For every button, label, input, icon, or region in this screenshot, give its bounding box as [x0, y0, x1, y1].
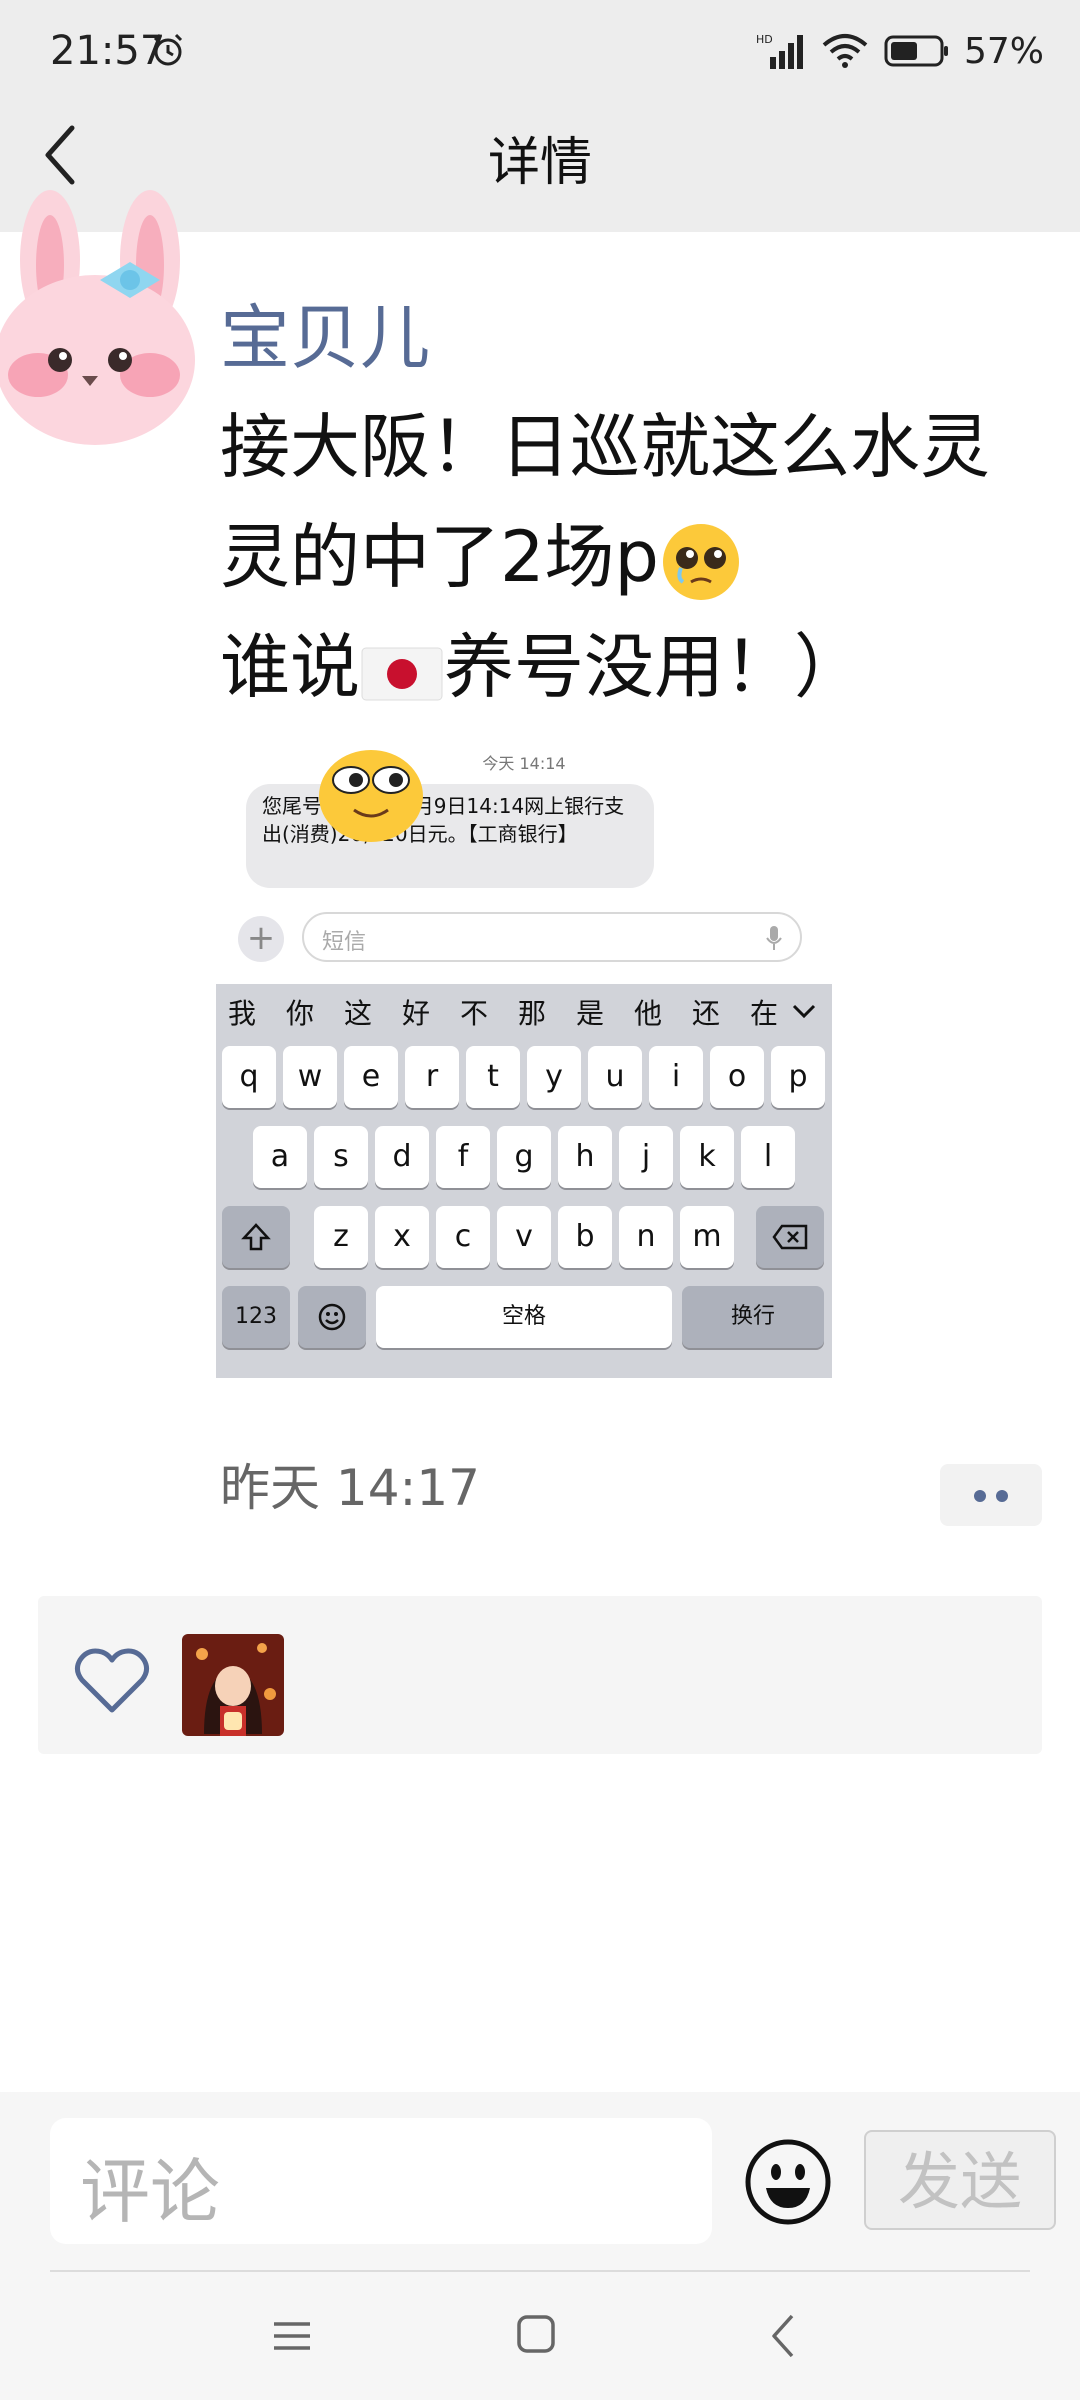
key: r	[405, 1046, 459, 1108]
liker-avatar[interactable]	[182, 1634, 284, 1736]
return-key: 换行	[682, 1286, 824, 1348]
candidate: 不	[460, 997, 489, 1030]
key: b	[558, 1206, 612, 1268]
more-dot	[974, 1490, 986, 1502]
key: h	[558, 1126, 612, 1188]
battery-percent: 57%	[963, 30, 1044, 72]
status-indicators: HD 57%	[756, 26, 1044, 76]
candidate: 他	[634, 997, 663, 1030]
japan-flag-icon	[361, 647, 443, 701]
key: v	[497, 1206, 551, 1268]
space-key: 空格	[376, 1286, 672, 1348]
keyboard-candidates: 我 你 这 好 不 那 是 他 还 在	[216, 984, 832, 1040]
candidate: 是	[576, 997, 605, 1030]
candidate: 你	[286, 997, 315, 1030]
svg-text:HD: HD	[756, 33, 773, 46]
candidate: 我	[228, 997, 257, 1030]
battery-icon	[884, 35, 948, 67]
candidate: 这	[344, 997, 373, 1030]
key: z	[314, 1206, 368, 1268]
wifi-icon	[822, 34, 868, 68]
home-icon[interactable]	[516, 2314, 556, 2354]
key: p	[771, 1046, 825, 1108]
post-line-2: 灵的中了2场p	[220, 502, 1050, 612]
post-line-3-text: 谁说	[220, 626, 360, 708]
post-image[interactable]: 今天 14:14 您尾号 信用卡10月9日14:14网上银行支出(消费)26,3…	[216, 736, 832, 1378]
key: t	[466, 1046, 520, 1108]
candidate: 好	[402, 997, 431, 1030]
key: n	[619, 1206, 673, 1268]
key: m	[680, 1206, 734, 1268]
divider	[50, 2270, 1030, 2272]
heart-icon	[74, 1648, 150, 1713]
comment-input[interactable]: 评论	[50, 2118, 712, 2244]
shift-icon	[241, 1223, 271, 1251]
more-options-button[interactable]	[940, 1464, 1042, 1526]
author-avatar[interactable]	[0, 180, 200, 450]
post-line-3-end: 养号没用！）	[444, 626, 864, 708]
key: d	[375, 1126, 429, 1188]
shift-key	[222, 1206, 290, 1268]
post-line-1: 接大阪！日巡就这么水灵	[220, 406, 990, 488]
key: a	[253, 1126, 307, 1188]
key: l	[741, 1126, 795, 1188]
key: u	[588, 1046, 642, 1108]
delete-key	[756, 1206, 824, 1268]
backspace-icon	[772, 1224, 808, 1250]
key: i	[649, 1046, 703, 1108]
key: f	[436, 1126, 490, 1188]
pleading-face-emoji-icon	[662, 523, 739, 600]
key: s	[314, 1126, 368, 1188]
sms-time: 今天 14:14	[482, 754, 566, 773]
sticker-face-icon	[319, 750, 423, 842]
alarm-icon	[153, 33, 183, 66]
send-button[interactable]: 发送	[864, 2130, 1056, 2230]
candidate: 那	[518, 997, 547, 1030]
key: o	[710, 1046, 764, 1108]
candidate: 在	[750, 997, 779, 1030]
candidate: 还	[692, 997, 721, 1030]
sms-plus-button: +	[238, 916, 284, 962]
status-time: 21:57	[50, 28, 166, 74]
key: k	[680, 1126, 734, 1188]
key: y	[527, 1046, 581, 1108]
key: w	[283, 1046, 337, 1108]
post-line-2-text: 灵的中了2场p	[220, 516, 659, 598]
emoji-key	[298, 1286, 366, 1348]
key: c	[436, 1206, 490, 1268]
post-text: 接大阪！日巡就这么水灵 灵的中了2场p 谁说 养号没用！）	[220, 392, 1050, 722]
more-dot	[996, 1490, 1008, 1502]
menu-icon[interactable]	[272, 2316, 312, 2356]
emoji-icon	[318, 1303, 346, 1331]
post-date: 昨天 14:17	[220, 1459, 480, 1517]
numbers-key: 123	[222, 1286, 290, 1348]
sms-input: 短信	[302, 912, 802, 962]
smile-icon[interactable]	[744, 2138, 832, 2226]
key: g	[497, 1126, 551, 1188]
signal-icon: HD	[756, 33, 803, 69]
mic-icon	[766, 926, 782, 950]
key: q	[222, 1046, 276, 1108]
nav-back-icon[interactable]	[768, 2312, 798, 2360]
author-name[interactable]: 宝贝儿	[220, 282, 430, 383]
key: e	[344, 1046, 398, 1108]
post-line-3: 谁说 养号没用！）	[220, 612, 1050, 722]
key: j	[619, 1126, 673, 1188]
chevron-down-icon	[792, 1004, 816, 1019]
key: x	[375, 1206, 429, 1268]
